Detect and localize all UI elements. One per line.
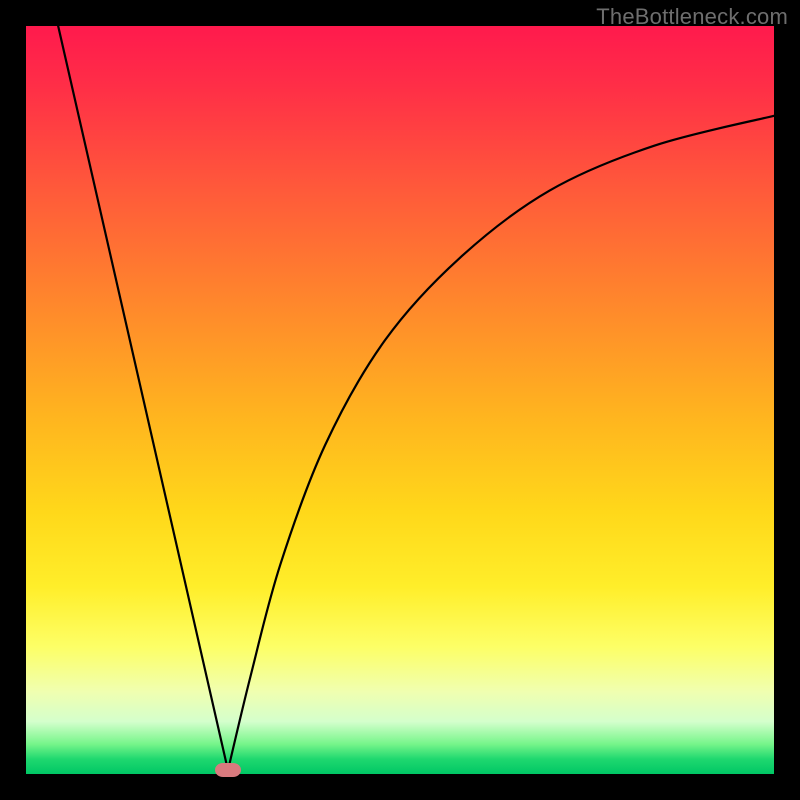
chart-frame: TheBottleneck.com — [0, 0, 800, 800]
plot-area — [26, 26, 774, 774]
curve-path — [58, 26, 774, 770]
curve-svg — [26, 26, 774, 774]
minimum-marker — [215, 763, 241, 777]
